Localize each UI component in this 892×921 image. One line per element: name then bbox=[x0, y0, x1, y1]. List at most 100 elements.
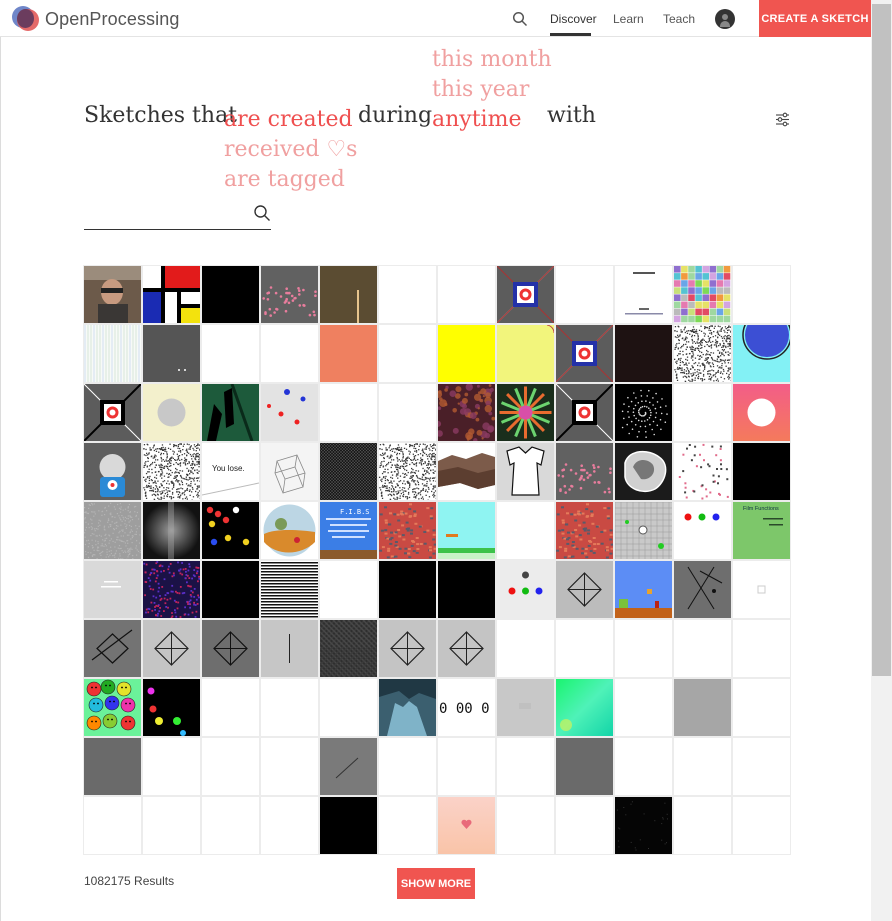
sketch-thumbnail[interactable] bbox=[437, 324, 496, 383]
sketch-thumbnail[interactable] bbox=[673, 501, 732, 560]
sketch-thumbnail[interactable] bbox=[555, 619, 614, 678]
sketch-thumbnail[interactable] bbox=[83, 442, 142, 501]
sketch-thumbnail[interactable] bbox=[437, 265, 496, 324]
sketch-thumbnail[interactable] bbox=[319, 265, 378, 324]
sketch-thumbnail[interactable] bbox=[201, 678, 260, 737]
sketch-thumbnail[interactable] bbox=[732, 619, 791, 678]
sketch-thumbnail[interactable] bbox=[614, 442, 673, 501]
sketch-thumbnail[interactable] bbox=[496, 796, 555, 855]
tag-search-input[interactable] bbox=[84, 200, 244, 226]
sketch-thumbnail[interactable] bbox=[319, 324, 378, 383]
sketch-thumbnail[interactable] bbox=[83, 560, 142, 619]
sketch-thumbnail[interactable] bbox=[319, 678, 378, 737]
sketch-thumbnail[interactable] bbox=[142, 619, 201, 678]
sketch-thumbnail[interactable] bbox=[83, 796, 142, 855]
filter-settings-icon[interactable] bbox=[775, 112, 790, 127]
sketch-thumbnail[interactable] bbox=[201, 737, 260, 796]
sketch-thumbnail[interactable] bbox=[260, 678, 319, 737]
verb-option-tagged[interactable]: are tagged bbox=[224, 167, 345, 192]
sketch-thumbnail[interactable] bbox=[260, 796, 319, 855]
sketch-thumbnail[interactable] bbox=[201, 501, 260, 560]
sketch-thumbnail[interactable] bbox=[555, 383, 614, 442]
sketch-thumbnail[interactable] bbox=[496, 619, 555, 678]
show-more-button[interactable]: SHOW MORE bbox=[397, 868, 475, 899]
sketch-thumbnail[interactable] bbox=[496, 383, 555, 442]
sketch-thumbnail[interactable] bbox=[142, 501, 201, 560]
sketch-thumbnail[interactable] bbox=[83, 265, 142, 324]
sketch-thumbnail[interactable] bbox=[555, 796, 614, 855]
nav-learn[interactable]: Learn bbox=[613, 12, 644, 26]
sketch-thumbnail[interactable] bbox=[496, 442, 555, 501]
sketch-thumbnail[interactable] bbox=[732, 265, 791, 324]
sketch-thumbnail[interactable] bbox=[496, 501, 555, 560]
sketch-thumbnail[interactable] bbox=[378, 265, 437, 324]
sketch-thumbnail[interactable] bbox=[496, 678, 555, 737]
sketch-thumbnail[interactable] bbox=[614, 678, 673, 737]
sketch-thumbnail[interactable] bbox=[260, 265, 319, 324]
sketch-thumbnail[interactable] bbox=[319, 560, 378, 619]
sketch-thumbnail[interactable] bbox=[673, 383, 732, 442]
sketch-thumbnail[interactable] bbox=[142, 383, 201, 442]
sketch-thumbnail[interactable] bbox=[378, 737, 437, 796]
sketch-thumbnail[interactable] bbox=[437, 737, 496, 796]
sketch-thumbnail[interactable] bbox=[378, 442, 437, 501]
sketch-thumbnail[interactable] bbox=[260, 324, 319, 383]
sketch-thumbnail[interactable] bbox=[437, 442, 496, 501]
sketch-thumbnail[interactable] bbox=[83, 737, 142, 796]
sketch-thumbnail[interactable] bbox=[378, 560, 437, 619]
time-option-anytime[interactable]: anytime bbox=[432, 107, 521, 132]
sketch-thumbnail[interactable] bbox=[496, 324, 555, 383]
sketch-thumbnail[interactable] bbox=[319, 383, 378, 442]
sketch-thumbnail[interactable] bbox=[555, 737, 614, 796]
user-avatar-icon[interactable] bbox=[715, 9, 735, 29]
sketch-thumbnail[interactable] bbox=[260, 442, 319, 501]
sketch-thumbnail[interactable] bbox=[555, 324, 614, 383]
sketch-thumbnail[interactable] bbox=[260, 737, 319, 796]
scrollbar-thumb[interactable] bbox=[872, 4, 891, 676]
time-option-month[interactable]: this month bbox=[432, 47, 552, 72]
sketch-thumbnail[interactable]: 0 00 0 bbox=[437, 678, 496, 737]
sketch-thumbnail[interactable] bbox=[555, 265, 614, 324]
sketch-thumbnail[interactable] bbox=[555, 501, 614, 560]
sketch-thumbnail[interactable] bbox=[614, 383, 673, 442]
brand-name[interactable]: OpenProcessing bbox=[45, 9, 179, 30]
sketch-thumbnail[interactable] bbox=[496, 265, 555, 324]
sketch-thumbnail[interactable] bbox=[142, 442, 201, 501]
sketch-thumbnail[interactable] bbox=[673, 442, 732, 501]
sketch-thumbnail[interactable] bbox=[437, 619, 496, 678]
openprocessing-logo-icon[interactable] bbox=[12, 5, 40, 31]
create-sketch-button[interactable]: CREATE A SKETCH bbox=[759, 0, 871, 37]
sketch-thumbnail[interactable] bbox=[673, 265, 732, 324]
sketch-thumbnail[interactable] bbox=[732, 442, 791, 501]
sketch-thumbnail[interactable] bbox=[555, 560, 614, 619]
sketch-thumbnail[interactable] bbox=[319, 619, 378, 678]
sketch-thumbnail[interactable] bbox=[201, 619, 260, 678]
sketch-thumbnail[interactable] bbox=[378, 619, 437, 678]
sketch-thumbnail[interactable] bbox=[437, 560, 496, 619]
search-icon[interactable] bbox=[512, 11, 528, 27]
sketch-thumbnail[interactable] bbox=[83, 324, 142, 383]
sketch-thumbnail[interactable] bbox=[83, 383, 142, 442]
sketch-thumbnail[interactable] bbox=[437, 501, 496, 560]
sketch-thumbnail[interactable] bbox=[378, 324, 437, 383]
sketch-thumbnail[interactable] bbox=[732, 678, 791, 737]
sketch-thumbnail[interactable] bbox=[555, 678, 614, 737]
verb-option-created[interactable]: are created bbox=[224, 107, 353, 132]
sketch-thumbnail[interactable] bbox=[260, 560, 319, 619]
sketch-thumbnail[interactable] bbox=[378, 796, 437, 855]
search-icon[interactable] bbox=[253, 204, 271, 222]
sketch-thumbnail[interactable] bbox=[142, 796, 201, 855]
sketch-thumbnail[interactable] bbox=[614, 560, 673, 619]
sketch-thumbnail[interactable] bbox=[732, 737, 791, 796]
nav-discover[interactable]: Discover bbox=[550, 12, 597, 26]
sketch-thumbnail[interactable] bbox=[319, 442, 378, 501]
sketch-thumbnail[interactable] bbox=[378, 678, 437, 737]
sketch-thumbnail[interactable] bbox=[83, 619, 142, 678]
sketch-thumbnail[interactable] bbox=[142, 560, 201, 619]
sketch-thumbnail[interactable] bbox=[614, 324, 673, 383]
sketch-thumbnail[interactable] bbox=[260, 383, 319, 442]
sketch-thumbnail[interactable] bbox=[437, 383, 496, 442]
sketch-thumbnail[interactable] bbox=[378, 383, 437, 442]
sketch-thumbnail[interactable] bbox=[673, 560, 732, 619]
sketch-thumbnail[interactable] bbox=[673, 678, 732, 737]
